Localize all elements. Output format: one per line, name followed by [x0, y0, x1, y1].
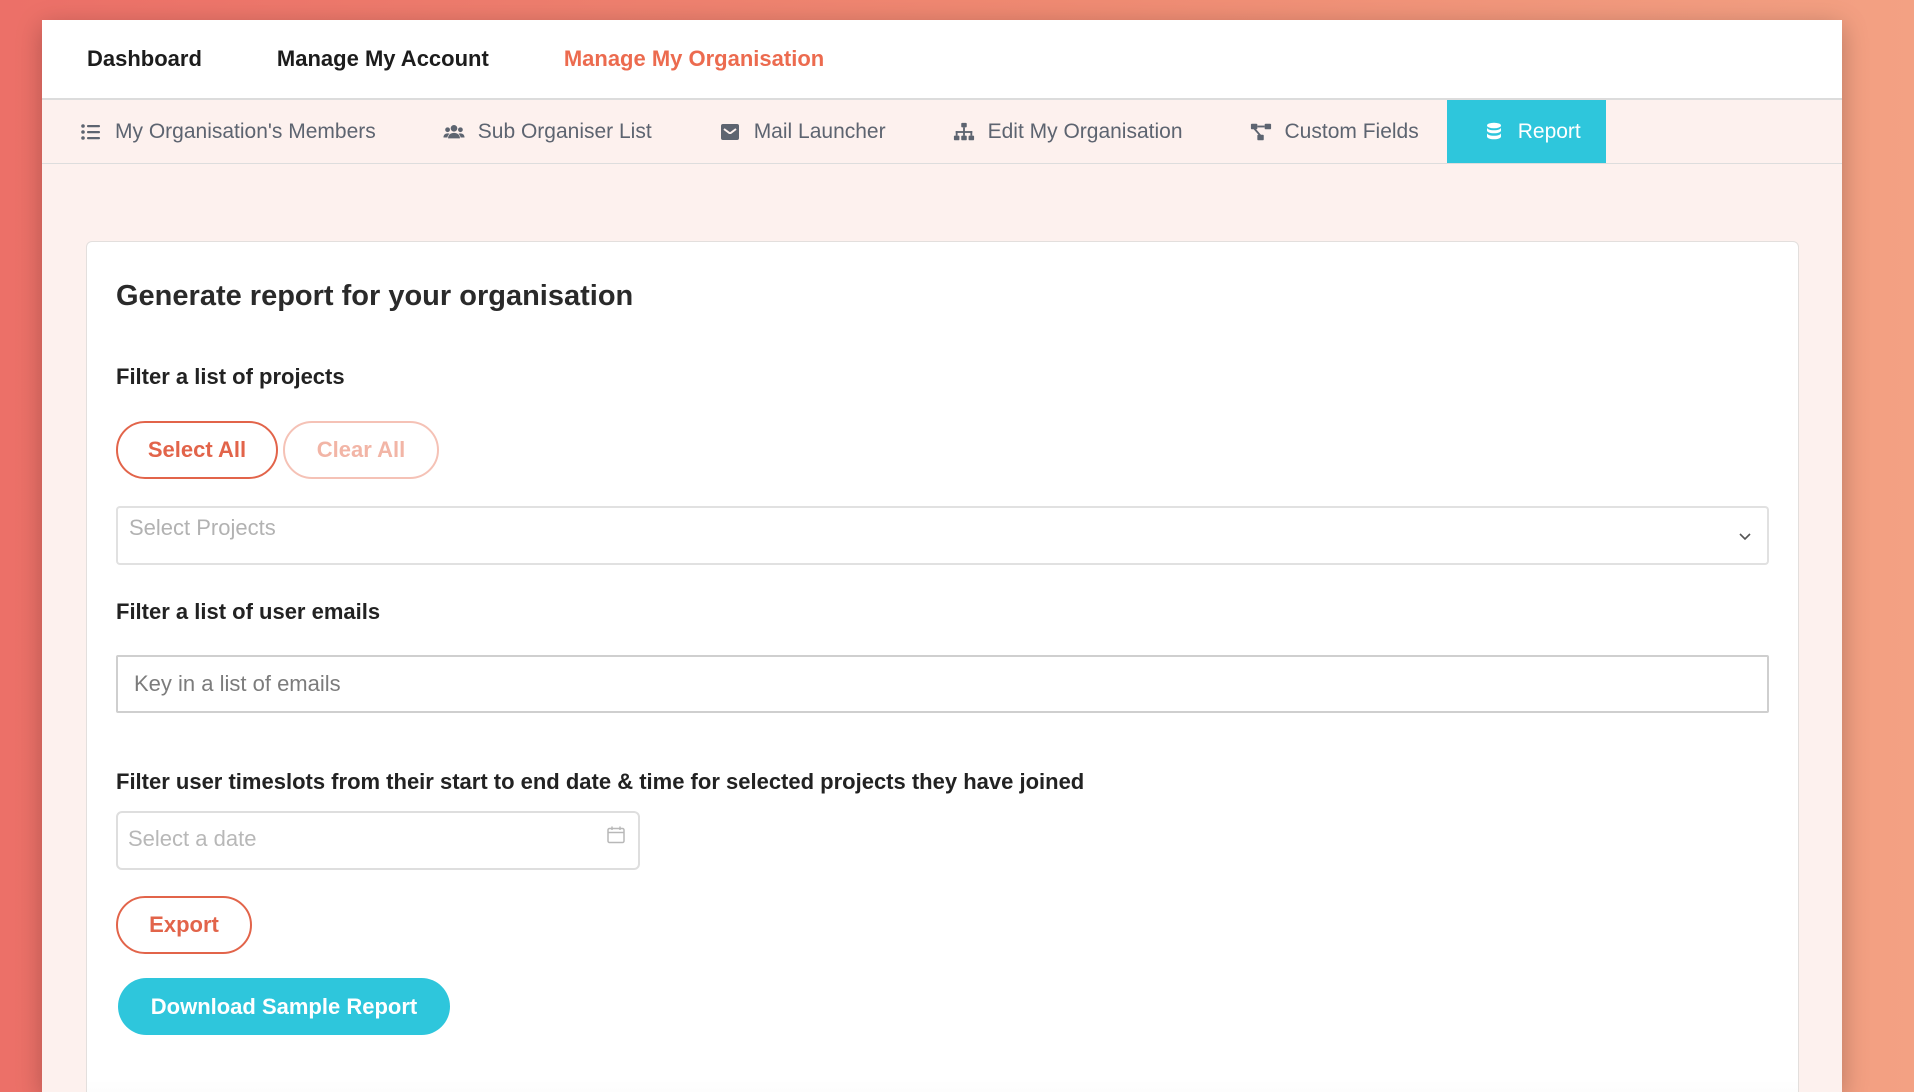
- date-picker-placeholder: Select a date: [128, 826, 257, 851]
- tab-edit-my-organisation[interactable]: Edit My Organisation: [914, 100, 1211, 163]
- app-window: Dashboard Manage My Account Manage My Or…: [42, 20, 1842, 1092]
- tab-mail-launcher[interactable]: Mail Launcher: [680, 100, 914, 163]
- nav-dashboard[interactable]: Dashboard: [87, 46, 202, 72]
- organisation-tabs: My Organisation's Members Sub Organiser …: [42, 100, 1842, 164]
- select-projects-dropdown[interactable]: Select Projects: [116, 506, 1769, 565]
- download-sample-report-button[interactable]: Download Sample Report: [118, 978, 450, 1035]
- chevron-down-icon: [1739, 533, 1751, 541]
- timeslots-filter-label: Filter user timeslots from their start t…: [116, 769, 1085, 794]
- page-title: Generate report for your organisation: [116, 280, 634, 312]
- envelope-icon: [718, 121, 742, 143]
- sitemap-icon: [952, 121, 976, 143]
- top-navigation: Dashboard Manage My Account Manage My Or…: [42, 20, 1842, 100]
- tab-mail-launcher-label: Mail Launcher: [753, 119, 886, 143]
- tab-custom-fields[interactable]: Custom Fields: [1211, 100, 1447, 163]
- report-card: Generate report for your organisation Fi…: [86, 241, 1799, 1092]
- emails-input[interactable]: [116, 655, 1769, 713]
- emails-filter-label: Filter a list of user emails: [116, 599, 381, 624]
- list-icon: [79, 121, 103, 143]
- nav-manage-my-account[interactable]: Manage My Account: [277, 46, 489, 72]
- project-selection-buttons: Select All Clear All: [116, 421, 1769, 479]
- database-icon: [1482, 121, 1506, 143]
- project-diagram-icon: [1249, 121, 1273, 143]
- tab-members-label: My Organisation's Members: [115, 119, 376, 143]
- tab-edit-my-organisation-label: Edit My Organisation: [987, 119, 1183, 143]
- date-picker[interactable]: Select a date: [116, 811, 640, 870]
- clear-all-button[interactable]: Clear All: [283, 421, 439, 479]
- tab-sub-organiser-list-label: Sub Organiser List: [477, 119, 652, 143]
- bottom-fade-overlay: [87, 1080, 1798, 1092]
- select-all-button[interactable]: Select All: [116, 421, 278, 479]
- tab-members[interactable]: My Organisation's Members: [42, 100, 404, 163]
- calendar-icon: [607, 826, 625, 844]
- select-projects-placeholder: Select Projects: [129, 515, 276, 540]
- tab-custom-fields-label: Custom Fields: [1284, 119, 1419, 143]
- tab-report[interactable]: Report: [1446, 100, 1606, 163]
- nav-manage-my-organisation[interactable]: Manage My Organisation: [564, 46, 824, 72]
- tab-report-label: Report: [1517, 119, 1581, 143]
- projects-filter-label: Filter a list of projects: [116, 364, 345, 389]
- users-icon: [442, 121, 466, 143]
- tab-sub-organiser-list[interactable]: Sub Organiser List: [404, 100, 680, 163]
- export-button[interactable]: Export: [116, 896, 252, 954]
